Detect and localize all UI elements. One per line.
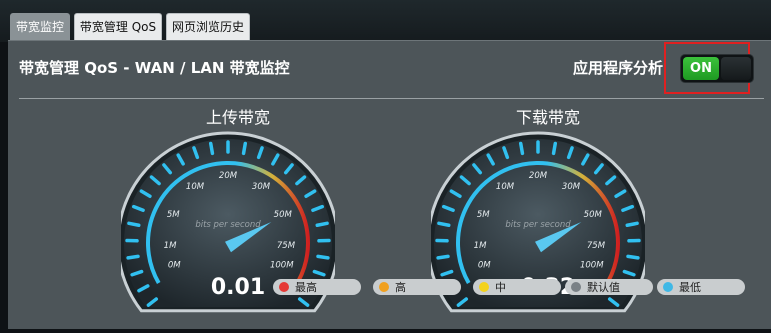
toggle-on-label: ON xyxy=(683,57,719,80)
gauge-tick xyxy=(244,143,246,153)
gauge-tick xyxy=(438,256,448,257)
legend-item-high: 高 xyxy=(373,279,461,295)
gauge-tick-label: 30M xyxy=(252,182,271,192)
gauge-tick-label: 30M xyxy=(562,182,581,192)
gauge-tick-label: 75M xyxy=(587,241,606,251)
header-divider xyxy=(19,98,764,99)
page-title: 带宽管理 QoS - WAN / LAN 带宽监控 xyxy=(19,57,290,78)
gauge-tick-label: 1M xyxy=(164,241,177,251)
toggle-knob xyxy=(721,57,751,80)
app-analysis-toggle[interactable]: ON xyxy=(680,54,754,83)
legend-item-default: 默认值 xyxy=(565,279,653,295)
gauge-tick xyxy=(521,143,523,153)
gauge-tick xyxy=(317,223,327,225)
legend-dot-icon xyxy=(571,282,581,292)
legend-dot-icon xyxy=(663,282,673,292)
download-gauge: 0M 1M 5M 10M 20M 30M 50M 75M 100M bits per second xyxy=(431,121,645,333)
upload-gauge: 0M 1M 5M 10M 20M 30M 50M 75M 100M bits per second xyxy=(121,121,335,333)
gauge-tick xyxy=(128,256,138,257)
gauge-tick-label: 0M xyxy=(168,261,181,271)
legend-label: 最高 xyxy=(295,279,317,295)
legend-dot-icon xyxy=(379,282,389,292)
gauge-tick xyxy=(318,256,328,257)
gauge-tick-label: 100M xyxy=(580,261,604,271)
gauge-tick-label: 1M xyxy=(474,241,487,251)
gauge-unit-label: bits per second xyxy=(195,220,261,230)
top-bar: 带宽监控 带宽管理 QoS 网页浏览历史 xyxy=(0,0,771,42)
legend-dot-icon xyxy=(479,282,489,292)
app-analysis-label: 应用程序分析 xyxy=(573,57,663,78)
gauge-tick xyxy=(628,256,638,257)
gauge-tick xyxy=(211,143,213,153)
legend-item-medium: 中 xyxy=(473,279,561,295)
legend-label: 最低 xyxy=(679,279,701,295)
legend-label: 中 xyxy=(495,279,506,295)
gauge-tick-label: 10M xyxy=(496,182,515,192)
legend-dot-icon xyxy=(279,282,289,292)
gauge-tick xyxy=(129,223,139,225)
gauge-tick xyxy=(627,223,637,225)
gauge-tick-label: 100M xyxy=(270,261,294,271)
tab-qos[interactable]: 带宽管理 QoS xyxy=(74,13,162,40)
gauge-tick-label: 5M xyxy=(167,210,180,220)
legend-label: 高 xyxy=(395,279,406,295)
gauge-tick-label: 20M xyxy=(529,171,548,181)
gauge-tick-label: 50M xyxy=(274,210,293,220)
gauge-tick-label: 20M xyxy=(219,171,238,181)
gauge-unit-label: bits per second xyxy=(505,220,571,230)
legend-item-lowest: 最低 xyxy=(657,279,745,295)
tab-web-history[interactable]: 网页浏览历史 xyxy=(166,13,250,40)
gauge-tick xyxy=(439,223,449,225)
gauge-tick-label: 10M xyxy=(186,182,205,192)
gauge-tick-label: 0M xyxy=(478,261,491,271)
legend-label: 默认值 xyxy=(587,279,620,295)
priority-legend: 最高 高 中 默认值 最低 xyxy=(265,279,771,289)
gauge-tick xyxy=(554,143,556,153)
tab-bandwidth-monitor[interactable]: 带宽监控 xyxy=(10,13,70,40)
gauge-tick-label: 5M xyxy=(477,210,490,220)
gauge-tick-label: 75M xyxy=(277,241,296,251)
gauge-tick-label: 50M xyxy=(584,210,603,220)
legend-item-highest: 最高 xyxy=(273,279,361,295)
